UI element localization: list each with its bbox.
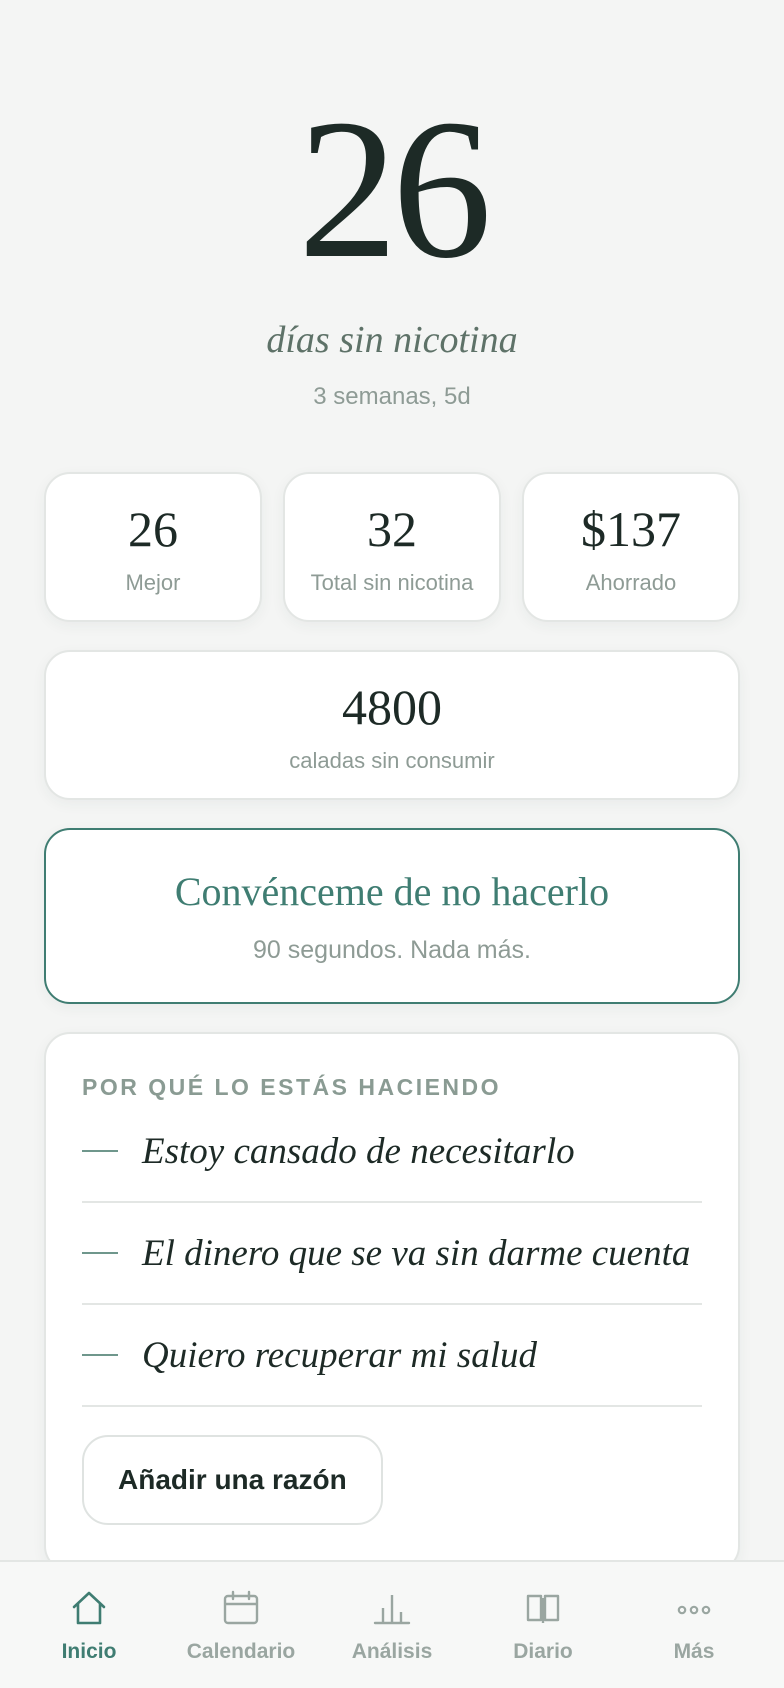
dash-icon bbox=[82, 1354, 118, 1356]
puffs-label: caladas sin consumir bbox=[289, 748, 495, 773]
days-subtitle: días sin nicotina bbox=[266, 319, 518, 361]
days-counter: 26 bbox=[298, 79, 492, 300]
add-reason-button[interactable]: Añadir una razón bbox=[82, 1435, 383, 1525]
reason-item[interactable]: Estoy cansado de necesitarlo bbox=[82, 1101, 702, 1203]
reason-text: Quiero recuperar mi salud bbox=[142, 1334, 537, 1376]
tab-bar: Inicio Calendario Análisis Diario Más bbox=[0, 1560, 784, 1688]
bar-chart-icon bbox=[373, 1595, 411, 1625]
stat-value: 26 bbox=[128, 501, 178, 557]
dash-icon bbox=[82, 1150, 118, 1152]
convince-me-button[interactable]: Convénceme de no hacerlo 90 segundos. Na… bbox=[44, 828, 740, 1004]
reasons-card: POR QUÉ LO ESTÁS HACIENDO Estoy cansado … bbox=[44, 1032, 740, 1572]
stat-value: $137 bbox=[581, 501, 681, 557]
stat-value: 32 bbox=[367, 501, 417, 557]
dash-icon bbox=[82, 1252, 118, 1254]
stat-label: Mejor bbox=[125, 570, 181, 595]
stat-label: Total sin nicotina bbox=[310, 570, 474, 595]
stat-card-best: 26 Mejor bbox=[44, 472, 262, 622]
tab-calendario[interactable]: Calendario bbox=[163, 1562, 319, 1688]
convince-subtitle: 90 segundos. Nada más. bbox=[253, 936, 531, 964]
tab-inicio[interactable]: Inicio bbox=[11, 1562, 167, 1688]
stat-label: Ahorrado bbox=[585, 570, 677, 595]
reason-text: El dinero que se va sin darme cuenta bbox=[142, 1232, 691, 1274]
book-icon bbox=[526, 1594, 560, 1623]
tab-label: Más bbox=[673, 1640, 715, 1663]
tab-diario[interactable]: Diario bbox=[465, 1562, 621, 1688]
stat-card-saved: $137 Ahorrado bbox=[522, 472, 740, 622]
stat-card-total: 32 Total sin nicotina bbox=[283, 472, 501, 622]
reason-text: Estoy cansado de necesitarlo bbox=[142, 1130, 575, 1172]
tab-mas[interactable]: Más bbox=[616, 1562, 772, 1688]
tab-label: Diario bbox=[513, 1640, 573, 1663]
calendar-icon bbox=[223, 1590, 259, 1625]
tab-label: Análisis bbox=[351, 1640, 433, 1663]
tab-label: Calendario bbox=[186, 1640, 296, 1663]
tab-label: Inicio bbox=[61, 1640, 117, 1663]
days-detail: 3 semanas, 5d bbox=[313, 383, 471, 410]
reason-item[interactable]: El dinero que se va sin darme cuenta bbox=[82, 1203, 702, 1305]
more-icon bbox=[677, 1605, 711, 1615]
puffs-value: 4800 bbox=[342, 679, 442, 735]
reason-item[interactable]: Quiero recuperar mi salud bbox=[82, 1305, 702, 1407]
home-icon bbox=[72, 1591, 106, 1625]
reasons-title: POR QUÉ LO ESTÁS HACIENDO bbox=[82, 1074, 502, 1100]
convince-title: Convénceme de no hacerlo bbox=[174, 869, 610, 914]
tab-analisis[interactable]: Análisis bbox=[314, 1562, 470, 1688]
puffs-card: 4800 caladas sin consumir bbox=[44, 650, 740, 800]
